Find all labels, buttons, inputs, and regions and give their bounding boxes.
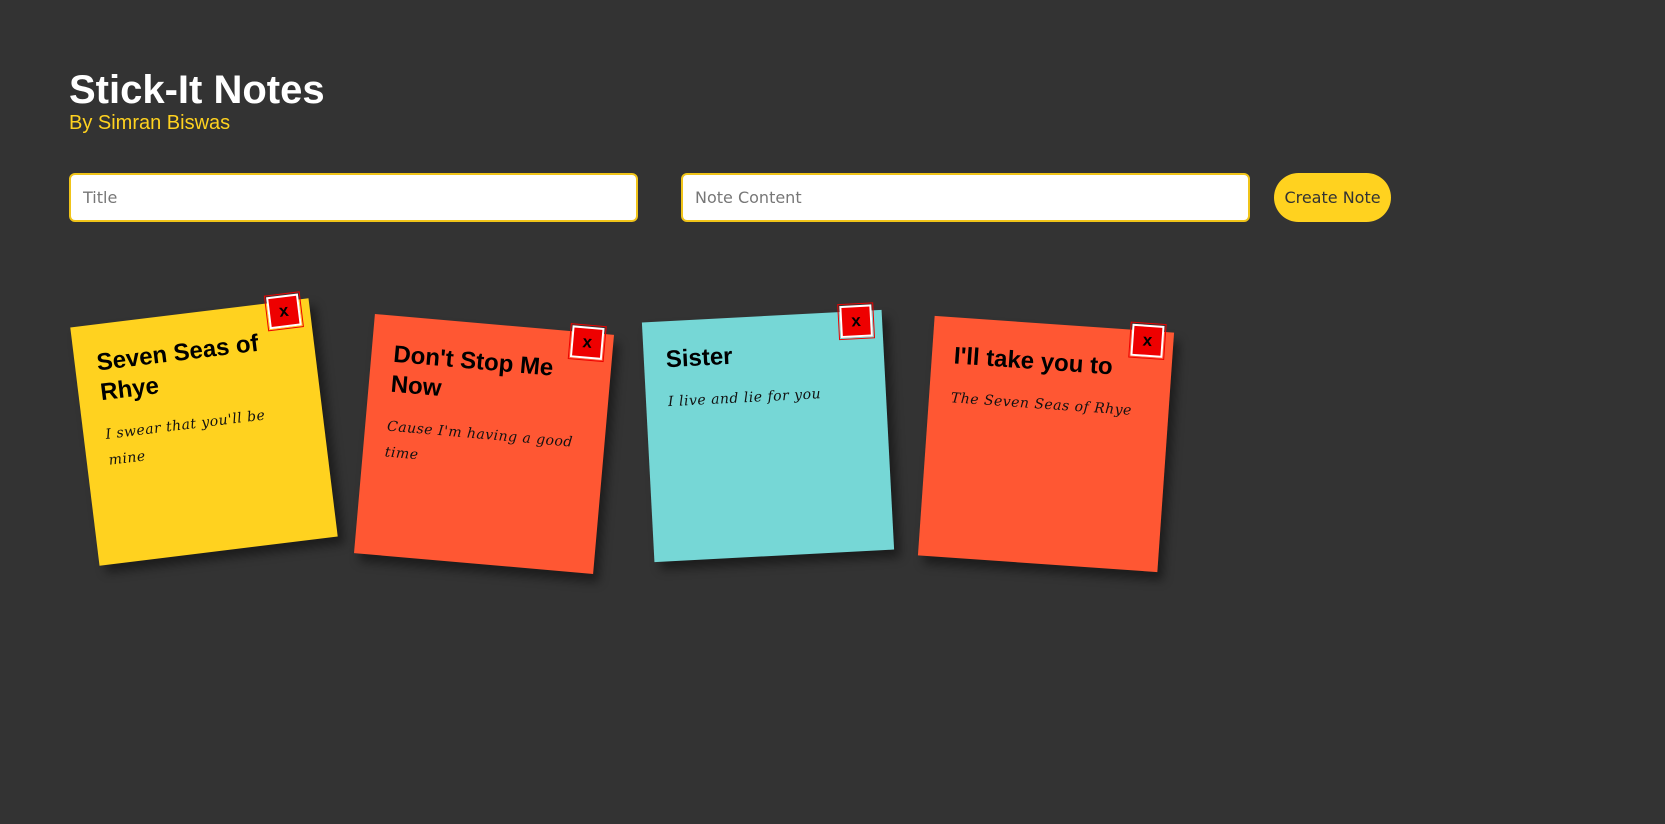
delete-note-button[interactable]: x — [263, 291, 304, 332]
app-subtitle: By Simran Biswas — [69, 112, 231, 134]
sticky-note: Sister I live and lie for you x — [641, 302, 895, 563]
note-content-input[interactable] — [681, 173, 1250, 222]
note-title: Seven Seas of Rhye — [95, 329, 260, 407]
note-title: Don't Stop Me Now — [389, 340, 555, 403]
app-title: Stick-It Notes — [69, 68, 325, 112]
create-note-button[interactable]: Create Note — [1274, 173, 1391, 222]
note-content: I swear that you'll be mine — [104, 407, 267, 469]
sticky-note: Don't Stop Me Now Cause I'm having a goo… — [353, 313, 615, 575]
note-title-input[interactable] — [69, 173, 638, 222]
note-title: Sister — [665, 342, 734, 374]
delete-note-button[interactable]: x — [1128, 321, 1167, 361]
note-content: The Seven Seas of Rhye — [950, 390, 1133, 419]
note-content: I live and lie for you — [667, 386, 822, 411]
note-title: I'll take you to — [952, 342, 1114, 381]
sticky-note: I'll take you to The Seven Seas of Rhye … — [917, 315, 1175, 573]
sticky-note: Seven Seas of Rhye I swear that you'll b… — [70, 291, 338, 566]
delete-note-button[interactable]: x — [567, 323, 607, 363]
delete-note-button[interactable]: x — [837, 302, 876, 341]
note-content: Cause I'm having a good time — [384, 418, 574, 464]
